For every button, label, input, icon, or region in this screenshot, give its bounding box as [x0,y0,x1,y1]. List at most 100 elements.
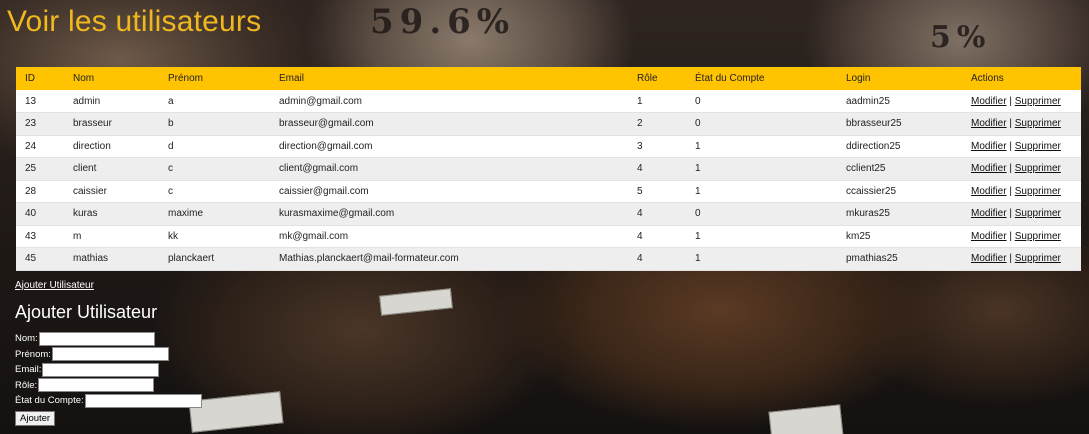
cell-actions: Modifier | Supprimer [962,90,1081,113]
cell-nom: brasseur [64,112,159,136]
table-row: 13 admin a admin@gmail.com 1 0 aadmin25 Modifie… [16,90,1081,113]
cell-prenom: c [159,157,270,181]
action-separator: | [1009,208,1012,220]
action-separator: | [1009,230,1012,242]
cell-id: 45 [16,247,64,271]
table-body: 13 admin a admin@gmail.com 1 0 aadmin25 Modifie… [16,90,1081,271]
role-label: Rôle: [15,379,38,391]
cell-email: kurasmaxime@gmail.com [270,202,628,226]
cell-login: ccaissier25 [837,180,962,203]
cell-role: 1 [628,90,686,113]
etat-label: État du Compte: [15,395,84,407]
submit-button[interactable]: Ajouter [15,410,56,426]
header-col-etat: État du Compte [695,73,765,84]
header-col-login: Login [846,73,871,84]
delete-link[interactable]: Supprimer [1015,186,1061,197]
table-row: 45 mathias planckaert Mathias.planckaert@ma… [16,247,1081,271]
edit-link[interactable]: Modifier [971,208,1007,219]
cell-id: 24 [16,135,64,158]
cell-actions: Modifier | Supprimer [962,157,1081,181]
cell-email: Mathias.planckaert@mail-formateur.com [270,247,628,271]
cell-id: 43 [16,225,64,248]
delete-link[interactable]: Supprimer [1015,163,1061,174]
cell-id: 28 [16,180,64,203]
table-row: 24 direction d direction@gmail.com 3 1 ddirect… [16,135,1081,158]
etat-field[interactable] [84,393,202,408]
delete-link[interactable]: Supprimer [1015,253,1061,264]
cell-email: mk@gmail.com [270,225,628,248]
cell-role: 4 [628,247,686,271]
cell-email: caissier@gmail.com [270,180,628,203]
edit-link[interactable]: Modifier [971,186,1007,197]
cell-login: mkuras25 [837,202,962,226]
edit-link[interactable]: Modifier [971,231,1007,242]
cell-login: bbrasseur25 [837,112,962,136]
cell-actions: Modifier | Supprimer [962,225,1081,248]
cell-login: pmathias25 [837,247,962,271]
action-separator: | [1009,163,1012,175]
cell-role: 4 [628,225,686,248]
delete-link[interactable]: Supprimer [1015,141,1061,152]
cell-email: client@gmail.com [270,157,628,181]
form-row: Prénom: [15,347,202,363]
add-user-link[interactable]: Ajouter Utilisateur [15,280,94,291]
form-row: État du Compte: [15,393,202,409]
edit-link[interactable]: Modifier [971,141,1007,152]
cell-prenom: b [159,112,270,136]
add-user-form: Nom: Prénom: Email: Rôle: État du Compte: Aj… [15,331,202,426]
cell-nom: m [64,225,159,248]
delete-link[interactable]: Supprimer [1015,96,1061,107]
email-field[interactable] [42,362,160,377]
cell-etat: 0 [686,202,837,226]
email-label: Email: [15,364,42,376]
barrel-label [379,288,453,316]
cell-id: 13 [16,90,64,113]
nom-label: Nom: [15,333,38,345]
nom-field[interactable] [38,331,155,346]
cell-prenom: kk [159,225,270,248]
delete-link[interactable]: Supprimer [1015,118,1061,129]
header-col-id: ID [25,73,35,84]
barrel-label [768,404,844,434]
cell-login: ddirection25 [837,135,962,158]
cell-role: 2 [628,112,686,136]
cell-nom: admin [64,90,159,113]
cell-actions: Modifier | Supprimer [962,202,1081,226]
cell-etat: 1 [686,180,837,203]
cell-actions: Modifier | Supprimer [962,180,1081,203]
page-title: Voir les utilisateurs [7,5,262,38]
action-separator: | [1009,185,1012,197]
cell-actions: Modifier | Supprimer [962,247,1081,271]
action-separator: | [1009,95,1012,107]
role-field[interactable] [38,378,155,393]
cell-prenom: d [159,135,270,158]
delete-link[interactable]: Supprimer [1015,208,1061,219]
form-title: Ajouter Utilisateur [15,302,158,322]
cell-nom: mathias [64,247,159,271]
prenom-label: Prénom: [15,348,51,360]
barrel-stencil: 5% [930,20,992,55]
cell-login: km25 [837,225,962,248]
cell-login: cclient25 [837,157,962,181]
action-separator: | [1009,140,1012,152]
delete-link[interactable]: Supprimer [1015,231,1061,242]
cell-etat: 1 [686,247,837,271]
form-row: Nom: [15,331,202,347]
cell-login: aadmin25 [837,90,962,113]
cell-prenom: a [159,90,270,113]
header-col-actions: Actions [971,73,1004,84]
edit-link[interactable]: Modifier [971,253,1007,264]
cell-nom: direction [64,135,159,158]
edit-link[interactable]: Modifier [971,118,1007,129]
edit-link[interactable]: Modifier [971,163,1007,174]
header-col-email: Email [279,73,305,84]
barrel-label [188,391,284,433]
cell-role: 3 [628,135,686,158]
table-row: 23 brasseur b brasseur@gmail.com 2 0 bbrasseur… [16,112,1081,136]
cell-nom: caissier [64,180,159,203]
form-row: Email: [15,362,202,378]
prenom-field[interactable] [51,347,169,362]
cell-prenom: planckaert [159,247,270,271]
edit-link[interactable]: Modifier [971,96,1007,107]
cell-nom: client [64,157,159,181]
